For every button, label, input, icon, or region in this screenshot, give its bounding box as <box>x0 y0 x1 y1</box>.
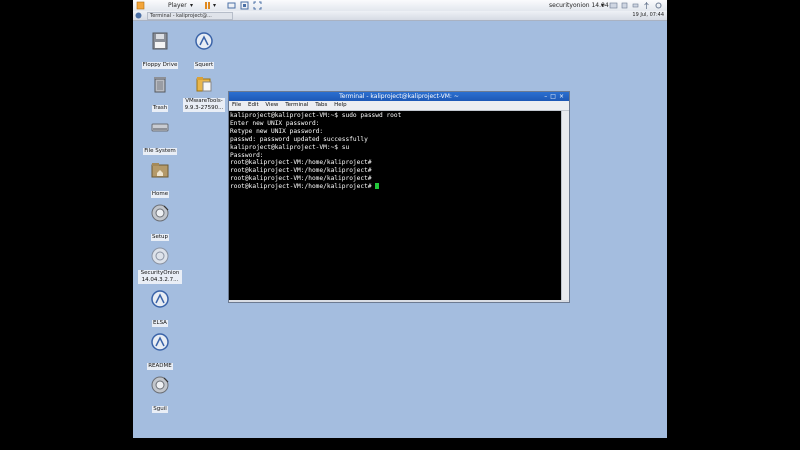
desktop-icon-label: Sguil <box>152 406 168 413</box>
terminal-line: Enter new UNIX password: <box>230 119 320 127</box>
desktop-icon-label: VMwareTools-9.9.3-27590... <box>183 98 225 112</box>
terminal-line: root@kaliproject-VM:/home/kaliproject# <box>230 159 372 167</box>
desktop-icon-vmware-tools[interactable]: VMwareTools-9.9.3-27590... <box>182 74 226 113</box>
desktop-icon-label: Trash <box>151 105 169 112</box>
desktop-icon-readme[interactable]: README <box>138 332 182 371</box>
desktop-icon-label: Home <box>150 191 170 198</box>
guest-taskbar: Terminal - kaliproject@... 19 Jul, 07:44 <box>133 11 667 21</box>
terminal-prompt-line: root@kaliproject-VM:/home/kaliproject# <box>230 183 561 191</box>
terminal-line: root@kaliproject-VM:/home/kaliproject# <box>230 183 376 191</box>
setup-icon <box>151 204 169 222</box>
usb-icon[interactable] <box>642 1 651 10</box>
terminal-line: kaliproject@kaliproject-VM:~$ sudo passw… <box>230 112 402 119</box>
terminal-line: Retype new UNIX password: <box>230 127 324 135</box>
task-terminal-label: Terminal - kaliproject@... <box>150 13 212 19</box>
terminal-menubar: File Edit View Terminal Tabs Help <box>229 101 569 111</box>
desktop-icon-securityonion[interactable]: SecurityOnion 14.04.3.2.7... <box>138 246 182 285</box>
vm-name-label: securityonion 14.04 <box>549 2 609 9</box>
elsa-icon <box>151 290 169 308</box>
trash-icon <box>154 77 166 93</box>
desktop-icon-label: Setup <box>150 234 169 241</box>
close-icon[interactable]: × <box>559 93 567 100</box>
player-menu-chevron-icon[interactable]: ▾ <box>190 0 193 11</box>
home-folder-icon <box>151 163 169 178</box>
desktop-icon-sguil[interactable]: Sguil <box>138 375 182 414</box>
fullscreen-icon[interactable] <box>253 1 262 10</box>
readme-icon <box>151 333 169 351</box>
terminal-line: root@kaliproject-VM:/home/kaliproject# <box>230 175 372 183</box>
desktop-icon-elsa[interactable]: ELSA <box>138 289 182 328</box>
terminal-output[interactable]: kaliproject@kaliproject-VM:~$ sudo passw… <box>229 111 562 300</box>
clock: 19 Jul, 07:44 <box>632 12 664 18</box>
desktop-icon-label: ELSA <box>152 320 168 327</box>
menu-terminal[interactable]: Terminal <box>285 102 308 108</box>
vmware-logo-icon <box>136 1 145 10</box>
menu-help[interactable]: Help <box>334 102 347 108</box>
squert-icon <box>195 32 213 50</box>
desktop-icon-trash[interactable]: Trash <box>138 74 182 113</box>
pause-icon[interactable] <box>203 1 212 10</box>
archive-icon <box>196 77 212 92</box>
vm-menu-chevron-icon[interactable]: ▾ <box>601 0 604 11</box>
desktop-icon-label: SecurityOnion 14.04.3.2.7... <box>138 270 182 284</box>
desktop-icon-file-system[interactable]: File System <box>138 117 182 156</box>
sguil-icon <box>151 376 169 394</box>
hard-drive-icon <box>151 123 169 132</box>
terminal-line: Password: <box>230 151 264 159</box>
desktop-icon-label: README <box>147 363 173 370</box>
pause-chevron-icon[interactable]: ▾ <box>213 0 216 11</box>
menu-file[interactable]: File <box>232 102 241 108</box>
terminal-line: passwd: password updated successfully <box>230 135 368 143</box>
terminal-line: root@kaliproject-VM:/home/kaliproject# <box>230 167 372 175</box>
task-terminal-button[interactable]: Terminal - kaliproject@... <box>147 12 233 20</box>
app-menu-icon[interactable] <box>135 12 142 19</box>
device-icon[interactable] <box>620 1 629 10</box>
desktop-icon-label: File System <box>143 148 177 155</box>
terminal-line: kaliproject@kaliproject-VM:~$ su <box>230 143 350 151</box>
terminal-window[interactable]: Terminal - kaliproject@kaliproject-VM: ~… <box>228 91 570 303</box>
send-ctrl-alt-del-icon[interactable] <box>227 1 236 10</box>
onion-icon <box>151 247 169 265</box>
player-menu[interactable]: Player <box>168 0 187 11</box>
guest-desktop[interactable]: Terminal - kaliproject@... 19 Jul, 07:44… <box>133 11 667 438</box>
desktop-icon-setup[interactable]: Setup <box>138 203 182 242</box>
network-icon[interactable] <box>631 1 640 10</box>
menu-edit[interactable]: Edit <box>248 102 259 108</box>
desktop-icon-floppy-drive[interactable]: Floppy Drive <box>138 31 182 70</box>
desktop-icon-home[interactable]: Home <box>138 160 182 199</box>
menu-tabs[interactable]: Tabs <box>315 102 327 108</box>
menu-view[interactable]: View <box>265 102 278 108</box>
terminal-scrollbar[interactable] <box>561 111 569 300</box>
fit-guest-icon[interactable] <box>609 1 618 10</box>
terminal-cursor <box>375 183 380 190</box>
unity-icon[interactable] <box>240 1 249 10</box>
desktop-icon-squert[interactable]: Squert <box>182 31 226 70</box>
settings-icon[interactable] <box>654 1 663 10</box>
desktop-icon-label: Floppy Drive <box>141 62 179 69</box>
terminal-titlebar[interactable]: Terminal - kaliproject@kaliproject-VM: ~… <box>229 92 569 101</box>
floppy-icon <box>152 32 168 50</box>
terminal-title: Terminal - kaliproject@kaliproject-VM: ~ <box>339 93 459 100</box>
desktop-icon-label: Squert <box>193 62 215 69</box>
maximize-icon[interactable]: □ <box>550 93 559 100</box>
